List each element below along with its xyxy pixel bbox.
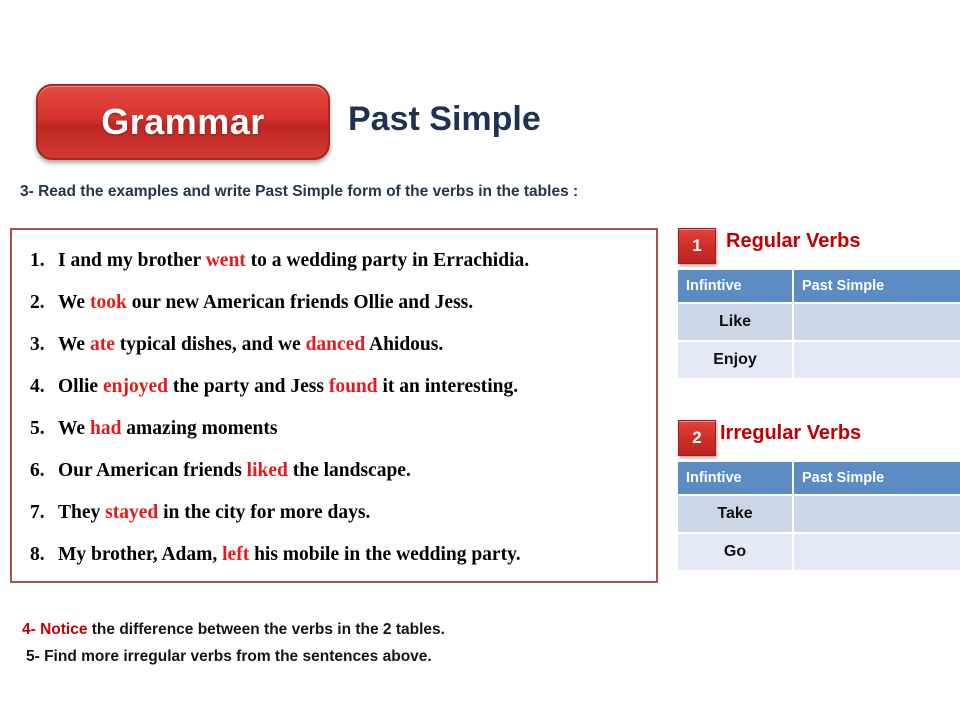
cell-past-simple-blank[interactable] <box>794 304 960 340</box>
header: Grammar Past Simple <box>0 0 960 175</box>
grammar-badge-label: Grammar <box>101 101 265 142</box>
highlighted-verb: stayed <box>105 502 159 523</box>
cell-infinitive: Take <box>678 496 792 532</box>
sentence-fragment: We <box>58 334 90 355</box>
irregular-verbs-body: Take Go <box>678 496 960 570</box>
sentence-number: 2. <box>30 292 45 313</box>
irregular-verbs-heading: 2 Irregular Verbs <box>676 420 960 456</box>
instruction-line-4-rest: the difference between the verbs in the … <box>87 621 445 638</box>
highlighted-verb: found <box>328 376 378 397</box>
column-header-past-simple: Past Simple <box>794 462 960 494</box>
sentence-text: Ollie enjoyed the party and Jess found i… <box>58 366 648 408</box>
highlighted-verb: danced <box>305 334 366 355</box>
sentence-text: We ate typical dishes, and we danced Ahi… <box>58 324 648 366</box>
sentence-fragment: his mobile in the wedding party. <box>249 544 521 565</box>
sentence-fragment: typical dishes, and we <box>114 334 306 355</box>
irregular-verbs-block: 2 Irregular Verbs Infintive Past Simple … <box>676 420 960 572</box>
sentence-list: 1. I and my brother went to a wedding par… <box>20 240 648 576</box>
instruction-line-5: 5- Find more irregular verbs from the se… <box>26 648 432 665</box>
sentence-fragment: I and my brother <box>58 250 206 271</box>
instruction-line-3: 3- Read the examples and write Past Simp… <box>20 183 579 200</box>
sentence-text: We had amazing moments <box>58 408 648 450</box>
regular-verbs-table: Infintive Past Simple Like Enjoy <box>676 268 960 380</box>
instruction-line-4-accent: 4- Notice <box>22 621 88 638</box>
cell-infinitive: Go <box>678 534 792 570</box>
highlighted-verb: ate <box>89 334 115 355</box>
sentence-fragment: My brother, Adam, <box>58 544 223 565</box>
sentence-fragment: to a wedding party in Errachidia. <box>245 250 530 271</box>
sentence-text: Our American friends liked the landscape… <box>58 450 648 492</box>
instruction-line-4: 4- Notice the difference between the ver… <box>22 616 445 643</box>
regular-verbs-block: 1 Regular Verbs Infintive Past Simple Li… <box>676 228 960 380</box>
cell-infinitive: Enjoy <box>678 342 792 378</box>
sentence-fragment: We <box>58 418 90 439</box>
highlighted-verb: enjoyed <box>102 376 168 397</box>
sentence-text: They stayed in the city for more days. <box>58 492 648 534</box>
highlighted-verb: had <box>89 418 122 439</box>
step-badge-1: 1 <box>678 228 716 264</box>
step-badge-2: 2 <box>678 420 716 456</box>
sentence-item: 4. Ollie enjoyed the party and Jess found… <box>20 366 648 408</box>
regular-verbs-heading: 1 Regular Verbs <box>676 228 960 264</box>
sentence-number: 4. <box>30 376 45 397</box>
sentence-number: 3. <box>30 334 45 355</box>
sentence-item: 5. We had amazing moments <box>20 408 648 450</box>
sentence-fragment: our new American friends Ollie and Jess. <box>126 292 474 313</box>
sentence-number: 8. <box>30 544 45 565</box>
cell-past-simple-blank[interactable] <box>794 496 960 532</box>
sentence-text: I and my brother went to a wedding party… <box>58 240 648 282</box>
sentence-number: 5. <box>30 418 45 439</box>
examples-box: 1. I and my brother went to a wedding par… <box>10 228 658 583</box>
sentence-fragment: it an interesting. <box>377 376 519 397</box>
sentence-fragment: the landscape. <box>287 460 411 481</box>
sentence-item: 2. We took our new American friends Ollie… <box>20 282 648 324</box>
sentence-text: We took our new American friends Ollie a… <box>58 282 648 324</box>
sentence-fragment: Ahidous. <box>365 334 444 355</box>
table-header-row: Infintive Past Simple <box>678 270 960 302</box>
sentence-fragment: Our American friends <box>58 460 247 481</box>
regular-verbs-title: Regular Verbs <box>726 230 861 252</box>
highlighted-verb: left <box>222 544 250 565</box>
irregular-verbs-table: Infintive Past Simple Take Go <box>676 460 960 572</box>
cell-past-simple-blank[interactable] <box>794 342 960 378</box>
sentence-fragment: We <box>58 292 90 313</box>
highlighted-verb: liked <box>246 460 288 481</box>
sentence-fragment: the party and Jess <box>167 376 329 397</box>
sentence-number: 6. <box>30 460 45 481</box>
sentence-item: 6. Our American friends liked the landsca… <box>20 450 648 492</box>
sentence-number: 7. <box>30 502 45 523</box>
column-header-past-simple: Past Simple <box>794 270 960 302</box>
irregular-verbs-title: Irregular Verbs <box>720 422 862 444</box>
sentence-item: 8. My brother, Adam, left his mobile in t… <box>20 534 648 576</box>
sentence-text: My brother, Adam, left his mobile in the… <box>58 534 648 576</box>
regular-verbs-body: Like Enjoy <box>678 304 960 378</box>
column-header-infinitive: Infintive <box>678 462 792 494</box>
grammar-badge-button[interactable]: Grammar <box>36 84 330 160</box>
cell-past-simple-blank[interactable] <box>794 534 960 570</box>
cell-infinitive: Like <box>678 304 792 340</box>
bottom-instructions: 4- Notice the difference between the ver… <box>22 616 445 670</box>
sentence-fragment: in the city for more days. <box>158 502 371 523</box>
table-row: Take <box>678 496 960 532</box>
sentence-item: 7. They stayed in the city for more days. <box>20 492 648 534</box>
column-header-infinitive: Infintive <box>678 270 792 302</box>
table-row: Enjoy <box>678 342 960 378</box>
sentence-fragment: Ollie <box>58 376 103 397</box>
sentence-fragment: They <box>58 502 106 523</box>
highlighted-verb: went <box>205 250 246 271</box>
sentence-item: 3. We ate typical dishes, and we danced A… <box>20 324 648 366</box>
table-row: Go <box>678 534 960 570</box>
sentence-number: 1. <box>30 250 45 271</box>
sentence-fragment: amazing moments <box>121 418 278 439</box>
sentence-item: 1. I and my brother went to a wedding par… <box>20 240 648 282</box>
page-title: Past Simple <box>348 100 541 138</box>
table-header-row: Infintive Past Simple <box>678 462 960 494</box>
table-row: Like <box>678 304 960 340</box>
highlighted-verb: took <box>89 292 127 313</box>
